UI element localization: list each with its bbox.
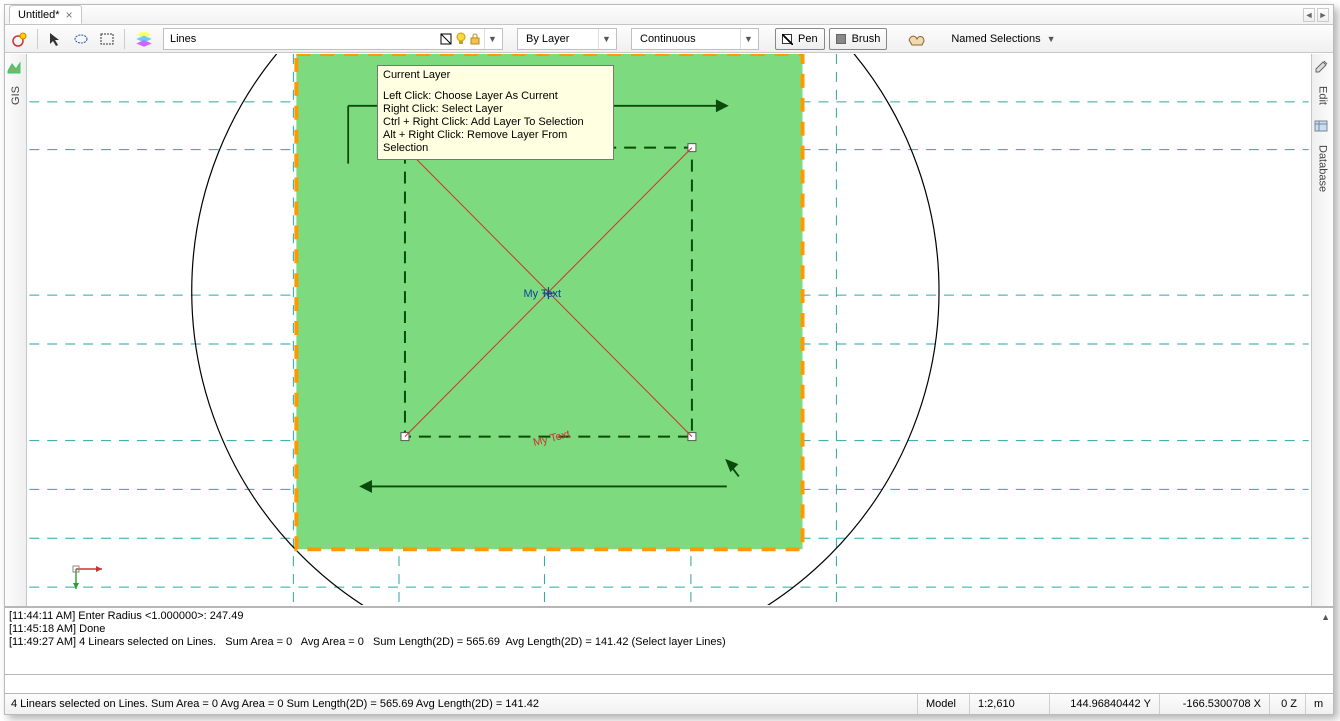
main-toolbar: Lines ▼ By Layer ▼ Continuous ▼ Pen xyxy=(5,25,1333,53)
tooltip-line: Right Click: Select Layer xyxy=(383,103,608,116)
gis-sidebar-icon[interactable] xyxy=(5,58,27,80)
chevron-down-icon[interactable]: ▼ xyxy=(1047,34,1056,44)
ellipse-select-icon[interactable] xyxy=(70,28,92,50)
scroll-up-icon[interactable]: ▲ xyxy=(1321,612,1330,622)
layer-stack-icon[interactable] xyxy=(131,28,157,50)
close-tab-icon[interactable]: × xyxy=(66,8,73,22)
pen-button[interactable]: Pen xyxy=(775,28,825,50)
rect-select-icon[interactable] xyxy=(96,28,118,50)
status-y: -166.5300708 X xyxy=(1159,694,1269,714)
status-z: 0 Z xyxy=(1269,694,1305,714)
color-dropdown[interactable]: By Layer ▼ xyxy=(517,28,617,50)
chevron-down-icon[interactable]: ▼ xyxy=(740,29,756,49)
named-selections-dropdown[interactable]: Named Selections ▼ xyxy=(947,28,1059,50)
named-selections-label: Named Selections xyxy=(951,33,1040,45)
document-tabbar: Untitled* × ◄ ► xyxy=(5,5,1333,25)
command-log[interactable]: [11:44:11 AM] Enter Radius <1.000000>: 2… xyxy=(5,606,1333,672)
edit-sidebar-icon[interactable] xyxy=(1312,58,1334,80)
hand-grab-icon[interactable] xyxy=(903,28,933,50)
current-layer-dropdown[interactable]: Lines ▼ xyxy=(163,28,503,50)
layer-tooltip: Current Layer Left Click: Choose Layer A… xyxy=(377,65,614,160)
status-scale[interactable]: 1:2,610 xyxy=(969,694,1049,714)
brush-color-swatch xyxy=(836,34,846,44)
gis-sidebar-tab[interactable]: GIS xyxy=(10,86,22,105)
cmdlog-line: [11:49:27 AM] 4 Linears selected on Line… xyxy=(9,636,726,648)
linetype-dropdown[interactable]: Continuous ▼ xyxy=(631,28,759,50)
tooltip-line: Left Click: Choose Layer As Current xyxy=(383,90,608,103)
right-sidebar: Edit Database xyxy=(1311,54,1333,607)
pen-color-swatch xyxy=(782,34,792,44)
pen-label: Pen xyxy=(798,33,818,45)
document-tab[interactable]: Untitled* × xyxy=(9,5,82,24)
axis-widget xyxy=(68,551,108,591)
chevron-down-icon[interactable]: ▼ xyxy=(484,29,500,49)
tooltip-title: Current Layer xyxy=(383,69,608,82)
database-sidebar-tab[interactable]: Database xyxy=(1317,145,1329,192)
tooltip-line: Alt + Right Click: Remove Layer From Sel… xyxy=(383,129,608,155)
status-units: m xyxy=(1305,694,1333,714)
command-input[interactable] xyxy=(5,674,1333,694)
cmdlog-line: [11:45:18 AM] Done xyxy=(9,623,105,635)
color-dropdown-label: By Layer xyxy=(526,33,569,45)
database-sidebar-icon[interactable] xyxy=(1312,117,1334,139)
color-swatch-icon xyxy=(440,33,452,45)
toolbar-separator xyxy=(124,29,125,49)
doc-tab-title: Untitled* xyxy=(18,9,60,21)
lock-icon[interactable] xyxy=(470,33,480,45)
app-window: Untitled* × ◄ ► Lines xyxy=(4,4,1334,715)
toolbar-separator xyxy=(37,29,38,49)
left-sidebar: GIS xyxy=(5,54,27,607)
lightbulb-icon[interactable] xyxy=(456,32,466,46)
status-x: 144.96840442 Y xyxy=(1049,694,1159,714)
canvas-svg: My Text My Text xyxy=(28,54,1310,605)
tab-nav-arrows: ◄ ► xyxy=(1303,5,1329,25)
layer-control-icon[interactable] xyxy=(9,28,31,50)
cmdlog-line: [11:44:11 AM] Enter Radius <1.000000>: 2… xyxy=(9,610,243,622)
status-selection: 4 Linears selected on Lines. Sum Area = … xyxy=(5,694,917,714)
brush-label: Brush xyxy=(852,33,881,45)
status-bar: 4 Linears selected on Lines. Sum Area = … xyxy=(5,694,1333,714)
linetype-dropdown-label: Continuous xyxy=(640,33,696,45)
tab-prev-icon[interactable]: ◄ xyxy=(1303,8,1315,22)
tooltip-line: Ctrl + Right Click: Add Layer To Selecti… xyxy=(383,116,608,129)
status-model[interactable]: Model xyxy=(917,694,969,714)
pointer-tool-icon[interactable] xyxy=(44,28,66,50)
edit-sidebar-tab[interactable]: Edit xyxy=(1317,86,1329,105)
tab-next-icon[interactable]: ► xyxy=(1317,8,1329,22)
brush-button[interactable]: Brush xyxy=(829,28,888,50)
layer-name-label: Lines xyxy=(170,33,196,45)
drawing-canvas[interactable]: My Text My Text xyxy=(28,54,1310,605)
chevron-down-icon[interactable]: ▼ xyxy=(598,29,614,49)
center-text-label: My Text xyxy=(524,288,562,300)
layer-status-icons xyxy=(440,32,484,46)
